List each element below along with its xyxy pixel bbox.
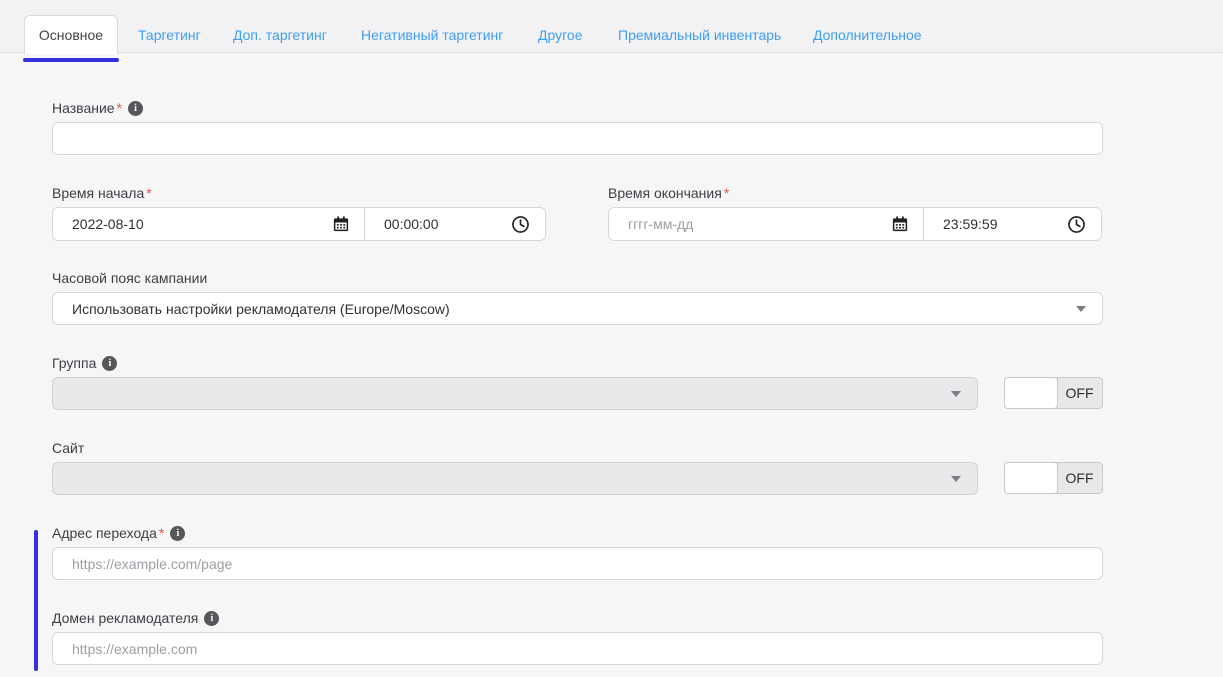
tab-drugoe[interactable]: Другое <box>538 27 582 43</box>
required-asterisk: * <box>117 100 122 116</box>
end-time-label-text: Время окончания <box>608 185 722 201</box>
tab-dop-targeting[interactable]: Доп. таргетинг <box>233 27 327 43</box>
start-time-label: Время начала* <box>52 185 152 201</box>
start-date-input[interactable] <box>53 208 332 240</box>
info-icon[interactable]: i <box>204 611 219 626</box>
site-label: Сайт <box>52 440 84 456</box>
click-url-label: Адрес перехода* i <box>52 525 185 541</box>
site-toggle-state: OFF <box>1057 463 1102 493</box>
site-select <box>52 462 978 495</box>
chevron-down-icon <box>951 476 961 482</box>
timezone-label-text: Часовой пояс кампании <box>52 270 207 286</box>
click-url-label-text: Адрес перехода <box>52 525 157 541</box>
section-accent-line <box>34 530 38 671</box>
active-tab-underline <box>23 58 119 62</box>
toggle-knob <box>1004 462 1058 494</box>
end-time-box <box>923 207 1102 241</box>
start-time-label-text: Время начала <box>52 185 144 201</box>
tab-premium-inventory[interactable]: Премиальный инвентарь <box>618 27 781 43</box>
end-date-input[interactable] <box>609 208 891 240</box>
tab-dopolnitelnoe[interactable]: Дополнительное <box>813 27 922 43</box>
clock-icon[interactable] <box>1067 215 1101 234</box>
calendar-icon[interactable] <box>332 215 365 233</box>
group-label: Группаi <box>52 355 117 371</box>
tab-negative-targeting[interactable]: Негативный таргетинг <box>361 27 503 43</box>
group-toggle-state: OFF <box>1057 378 1102 408</box>
timezone-selected-value: Использовать настройки рекламодателя (Eu… <box>53 301 1076 317</box>
tab-targeting[interactable]: Таргетинг <box>138 27 201 43</box>
advertiser-domain-label-text: Домен рекламодателя <box>52 610 198 626</box>
info-icon[interactable]: i <box>102 356 117 371</box>
tab-osnovnoe[interactable]: Основное <box>24 15 118 54</box>
end-time-input[interactable] <box>924 208 1067 240</box>
advertiser-domain-label: Домен рекламодателя i <box>52 610 219 626</box>
name-label-text: Название <box>52 100 115 116</box>
required-asterisk: * <box>724 185 729 201</box>
required-asterisk: * <box>146 185 151 201</box>
name-input[interactable] <box>53 123 1102 154</box>
start-time-input[interactable] <box>365 208 511 240</box>
required-asterisk: * <box>159 525 164 541</box>
click-url-input[interactable] <box>53 548 1102 579</box>
start-time-box <box>364 207 546 241</box>
info-icon[interactable]: i <box>170 526 185 541</box>
site-toggle[interactable]: OFF <box>1004 462 1103 494</box>
end-date-box <box>608 207 925 241</box>
chevron-down-icon <box>1076 306 1086 312</box>
calendar-icon[interactable] <box>891 215 924 233</box>
site-label-text: Сайт <box>52 440 84 456</box>
info-icon[interactable]: i <box>128 101 143 116</box>
chevron-down-icon <box>951 391 961 397</box>
toggle-knob <box>1004 377 1058 409</box>
group-toggle[interactable]: OFF <box>1004 377 1103 409</box>
timezone-select[interactable]: Использовать настройки рекламодателя (Eu… <box>52 292 1103 325</box>
name-field-box <box>52 122 1103 155</box>
group-select <box>52 377 978 410</box>
advertiser-domain-field-box <box>52 632 1103 665</box>
clock-icon[interactable] <box>511 215 545 234</box>
click-url-field-box <box>52 547 1103 580</box>
start-date-box <box>52 207 366 241</box>
group-label-text: Группа <box>52 355 96 371</box>
name-label: Название* i <box>52 100 143 116</box>
tab-bar: Основное Таргетинг Доп. таргетинг Негати… <box>0 0 1223 53</box>
advertiser-domain-input[interactable] <box>53 633 1102 664</box>
end-time-label: Время окончания* <box>608 185 729 201</box>
timezone-label: Часовой пояс кампании <box>52 270 207 286</box>
